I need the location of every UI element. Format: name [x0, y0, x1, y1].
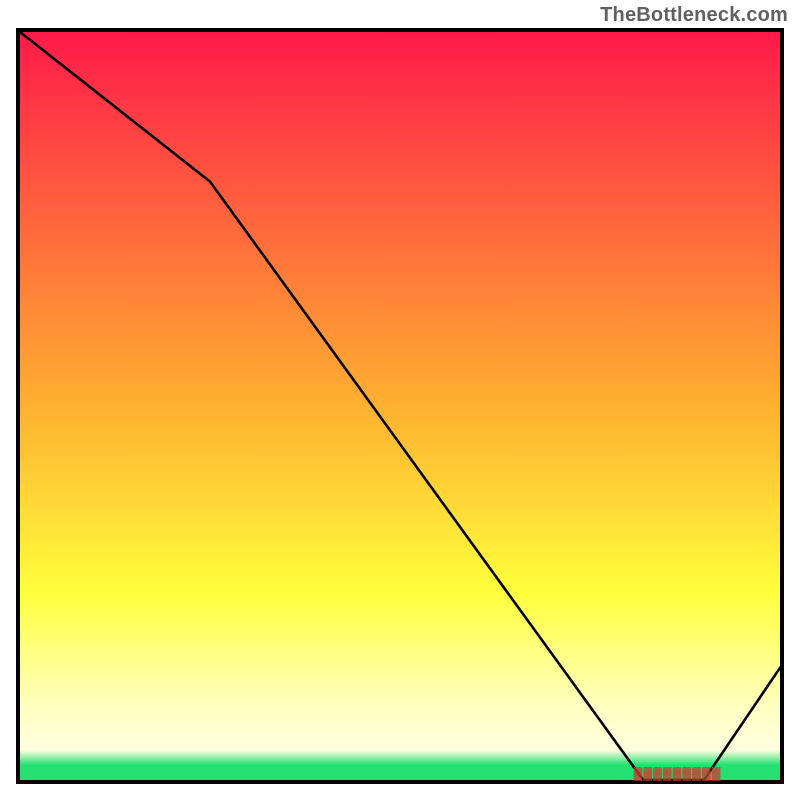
minimum-segment-label: ▓▓▓▓▓▓▓▓▓ [634, 766, 722, 780]
chart-line [20, 32, 780, 780]
attribution-text: TheBottleneck.com [600, 4, 788, 27]
chart-plot-area: ▓▓▓▓▓▓▓▓▓ [16, 28, 784, 784]
